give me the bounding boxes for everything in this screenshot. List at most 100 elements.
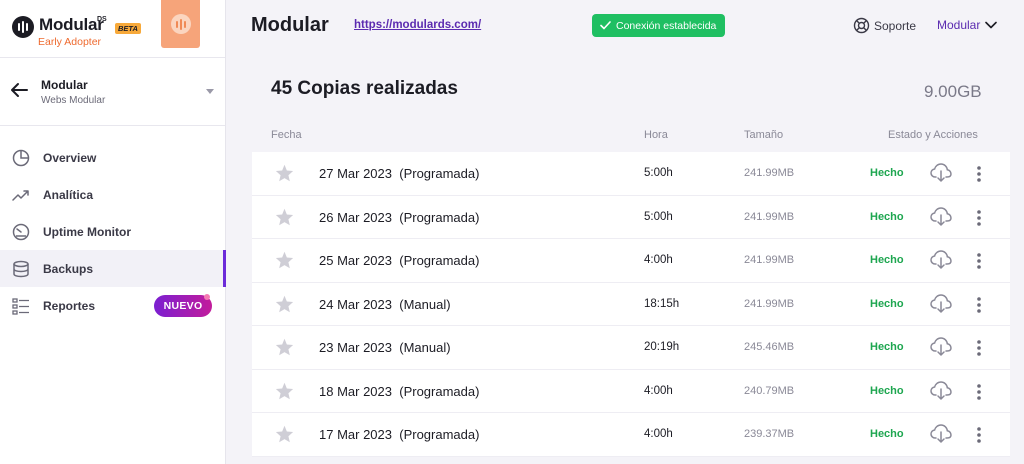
backup-date-value: 24 Mar 2023: [319, 296, 392, 312]
backups-list: 27 Mar 2023 (Programada) 5:00h 241.99MB …: [252, 152, 1010, 457]
more-options-icon[interactable]: [976, 209, 982, 232]
backup-hour: 4:00h: [644, 428, 673, 440]
backup-date-value: 23 Mar 2023: [319, 340, 392, 355]
connection-status-label: Conexión establecida: [616, 19, 717, 32]
backup-date-value: 27 Mar 2023: [319, 166, 392, 181]
site-selector[interactable]: Modular Webs Modular: [0, 58, 225, 126]
user-menu-label: Modular: [937, 18, 981, 32]
table-row: 25 Mar 2023 (Programada) 4:00h 241.99MB …: [252, 239, 1010, 283]
backup-size: 241.99MB: [744, 254, 795, 266]
sidebar-item-reportes[interactable]: Reportes NUEVO: [0, 287, 226, 324]
brand-suffix: DS: [97, 16, 107, 23]
backup-hour: 4:00h: [644, 254, 673, 266]
download-icon[interactable]: [930, 250, 952, 275]
site-url-link[interactable]: https://modulards.com/: [354, 19, 481, 31]
brand-header: Modular DS BETA Early Adopter: [0, 0, 225, 58]
backup-date: 17 Mar 2023 (Programada): [319, 427, 479, 442]
back-arrow-icon[interactable]: [9, 82, 29, 98]
column-header-date: Fecha: [271, 129, 302, 141]
more-options-icon[interactable]: [976, 252, 982, 275]
more-options-icon[interactable]: [976, 339, 982, 362]
new-badge: NUEVO: [154, 294, 212, 317]
backup-date-value: 17 Mar 2023: [319, 427, 392, 442]
backup-hour: 20:19h: [644, 341, 680, 353]
sidebar-item-overview[interactable]: Overview: [0, 139, 226, 176]
sidebar: Modular DS BETA Early Adopter Modular We…: [0, 0, 226, 464]
more-options-icon[interactable]: [976, 426, 982, 449]
column-header-actions: Estado y Acciones: [888, 129, 978, 141]
backup-date-value: 18 Mar 2023: [319, 383, 392, 399]
backup-type: (Programada): [399, 166, 480, 181]
site-name: Modular: [41, 78, 88, 92]
backup-status: Hecho: [870, 167, 904, 179]
sidebar-nav: Overview Analítica Uptime Monitor Backup…: [0, 139, 226, 324]
more-options-icon[interactable]: [976, 165, 982, 188]
backup-hour: 4:00h: [644, 384, 673, 397]
top-bar: Modular https://modulards.com/ Conexión …: [227, 0, 1024, 52]
star-icon[interactable]: [275, 164, 294, 187]
backup-status: Hecho: [870, 297, 904, 310]
more-options-icon[interactable]: [976, 383, 982, 406]
table-row: 24 Mar 2023 (Manual) 18:15h 241.99MB Hec…: [252, 282, 1010, 326]
early-adopter-icon[interactable]: [161, 0, 200, 48]
backup-size: 239.37MB: [744, 428, 795, 440]
more-options-icon[interactable]: [976, 296, 982, 319]
sidebar-item-backups[interactable]: Backups: [0, 250, 226, 287]
backup-hour: 5:00h: [644, 167, 673, 179]
backup-size: 241.99MB: [744, 297, 795, 310]
star-icon[interactable]: [275, 208, 294, 231]
backup-type: (Manual): [399, 340, 451, 355]
download-icon[interactable]: [930, 424, 952, 449]
backup-size: 241.99MB: [744, 210, 795, 223]
database-icon: [11, 259, 31, 279]
user-menu[interactable]: Modular: [937, 18, 998, 32]
sidebar-item-analitica[interactable]: Analítica: [0, 176, 226, 213]
new-badge-label: NUEVO: [163, 300, 203, 312]
table-row: 26 Mar 2023 (Programada) 5:00h 241.99MB …: [252, 195, 1010, 239]
column-header-hour: Hora: [644, 129, 668, 141]
backup-status: Hecho: [870, 254, 904, 266]
star-icon[interactable]: [275, 251, 294, 274]
sidebar-item-uptime-monitor[interactable]: Uptime Monitor: [0, 213, 226, 250]
table-row: 27 Mar 2023 (Programada) 5:00h 241.99MB …: [252, 152, 1010, 196]
backup-size: 240.79MB: [744, 384, 795, 397]
sidebar-item-label: Uptime Monitor: [43, 224, 131, 239]
support-button[interactable]: Soporte: [853, 17, 916, 34]
table-row: 18 Mar 2023 (Programada) 4:00h 240.79MB …: [252, 369, 1010, 413]
connection-status-badge: Conexión establecida: [592, 14, 726, 37]
download-icon[interactable]: [930, 163, 952, 188]
star-icon[interactable]: [275, 425, 294, 448]
chevron-down-icon[interactable]: [206, 89, 214, 94]
download-icon[interactable]: [930, 380, 952, 406]
support-label: Soporte: [874, 18, 917, 33]
download-icon[interactable]: [930, 206, 952, 232]
sidebar-item-label: Backups: [43, 261, 94, 276]
backup-date: 27 Mar 2023 (Programada): [319, 166, 479, 181]
check-icon: [600, 21, 611, 30]
backup-type: (Programada): [399, 427, 480, 442]
download-icon[interactable]: [930, 337, 952, 362]
page-title: Modular: [251, 14, 329, 36]
backup-status: Hecho: [870, 384, 904, 397]
sidebar-item-label: Reportes: [43, 298, 96, 313]
download-icon[interactable]: [930, 293, 952, 319]
backups-total-size: 9.00GB: [924, 82, 982, 101]
sidebar-item-label: Analítica: [43, 187, 94, 202]
modular-logo-icon[interactable]: [12, 16, 34, 38]
backup-type: (Programada): [399, 383, 480, 399]
backup-hour: 5:00h: [644, 210, 673, 223]
backup-date: 25 Mar 2023 (Programada): [319, 253, 479, 268]
backup-date: 18 Mar 2023 (Programada): [319, 384, 479, 399]
backup-type: (Programada): [399, 209, 480, 225]
list-icon: [11, 296, 31, 316]
backup-hour: 18:15h: [644, 297, 680, 310]
backup-status: Hecho: [870, 428, 904, 440]
star-icon[interactable]: [275, 338, 294, 361]
star-icon[interactable]: [275, 295, 294, 318]
backups-count-title: 45 Copias realizadas: [271, 78, 458, 99]
table-row: 17 Mar 2023 (Programada) 4:00h 239.37MB …: [252, 413, 1010, 457]
backup-type: (Programada): [399, 253, 480, 268]
badge-dot: [204, 294, 210, 300]
column-header-size: Tamaño: [744, 129, 784, 141]
star-icon[interactable]: [275, 382, 294, 405]
